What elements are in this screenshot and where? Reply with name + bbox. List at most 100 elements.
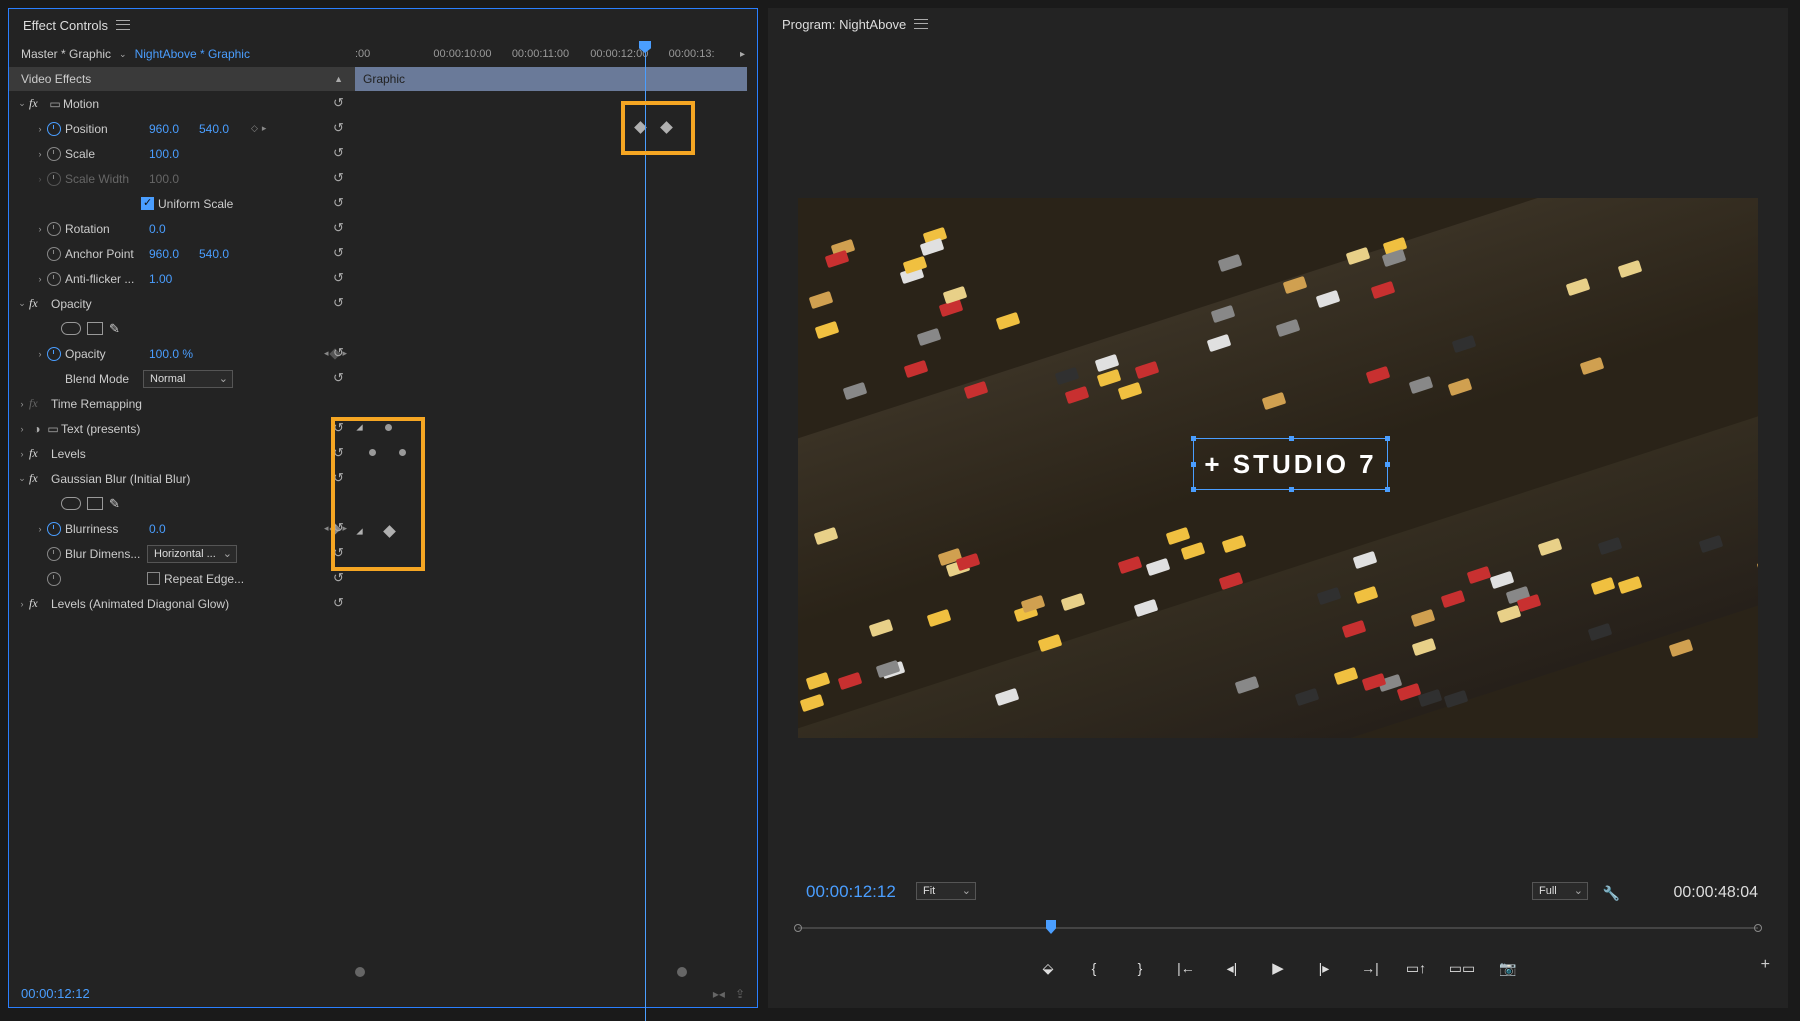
chevron-down-icon[interactable]: ⌄ (119, 49, 127, 60)
blur-dim-select[interactable]: Horizontal ... (147, 545, 237, 563)
reset-icon[interactable]: ↺ (333, 145, 349, 161)
reset-icon[interactable]: ↺ (333, 195, 349, 211)
reset-icon[interactable]: ↺ (333, 120, 349, 136)
stopwatch-icon[interactable] (47, 247, 61, 261)
pen-mask-icon[interactable]: ✎ (109, 321, 120, 337)
twirl-icon[interactable]: › (33, 124, 47, 134)
position-x[interactable]: 960.0 (149, 122, 199, 136)
effect-gaussian-blur[interactable]: ⌄ fx Gaussian Blur (Initial Blur) ↺ (9, 466, 355, 491)
playhead[interactable] (645, 41, 646, 1021)
linear-icon[interactable]: ◇ (251, 123, 258, 134)
twirl-icon[interactable]: ⌄ (15, 98, 29, 109)
collapse-icon[interactable]: ▲ (334, 74, 343, 84)
video-effects-header[interactable]: Video Effects ▲ (9, 67, 355, 91)
timeline-ruler[interactable]: :00 00:00:10:00 00:00:11:00 00:00:12:00 … (355, 41, 747, 67)
fx-badge-icon[interactable]: fx (29, 446, 47, 461)
button-editor-icon[interactable]: + (1761, 956, 1770, 974)
step-forward-icon[interactable]: |▸ (1314, 960, 1334, 977)
go-to-out-icon[interactable]: →| (1360, 960, 1380, 976)
stopwatch-icon[interactable] (47, 347, 61, 361)
prev-kf-icon[interactable]: ◂ (324, 348, 329, 359)
ellipse-mask-icon[interactable] (61, 322, 81, 335)
fx-badge-icon[interactable]: fx (29, 396, 47, 411)
reset-icon[interactable]: ↺ (333, 345, 349, 361)
stopwatch-icon (47, 172, 61, 186)
repeat-edge-checkbox[interactable] (147, 572, 160, 585)
timecode-display[interactable]: 00:00:12:12 (21, 986, 90, 1001)
stopwatch-icon[interactable] (47, 572, 61, 586)
rect-mask-icon[interactable] (87, 322, 103, 335)
stopwatch-icon[interactable] (47, 222, 61, 236)
program-timecode[interactable]: 00:00:12:12 (806, 882, 896, 902)
stopwatch-icon[interactable] (47, 547, 61, 561)
position-y[interactable]: 540.0 (199, 122, 249, 136)
reset-icon[interactable]: ↺ (333, 245, 349, 261)
reset-icon[interactable]: ↺ (333, 370, 349, 386)
panel-menu-icon[interactable] (116, 20, 130, 30)
clip-icon[interactable]: ◑ (29, 421, 45, 437)
effect-motion[interactable]: ⌄ fx ▭ Motion ↺ (9, 91, 355, 116)
resolution-select[interactable]: Full (1532, 882, 1588, 900)
fx-badge-icon[interactable]: fx (29, 471, 47, 486)
extract-icon[interactable]: ▭▭ (1452, 960, 1472, 977)
prev-kf-icon[interactable]: ◂ (324, 523, 329, 534)
fx-badge-icon[interactable]: fx (29, 96, 47, 111)
loop-icon[interactable]: ▸◂ (713, 987, 725, 1001)
panel-title: Effect Controls (23, 18, 108, 33)
stopwatch-icon[interactable] (47, 122, 61, 136)
reset-icon[interactable]: ↺ (333, 220, 349, 236)
next-kf-icon[interactable]: ▸ (262, 123, 267, 134)
timeline-zoom-bar[interactable] (355, 967, 747, 977)
lift-icon[interactable]: ▭↑ (1406, 960, 1426, 977)
fx-badge-icon[interactable]: fx (29, 296, 47, 311)
effect-time-remapping[interactable]: › fx Time Remapping (9, 391, 355, 416)
panel-menu-icon[interactable] (914, 19, 928, 29)
effect-levels[interactable]: › fx Levels ↺ (9, 441, 355, 466)
gauss-mask-tools: ✎ (9, 491, 355, 516)
blend-mode-select[interactable]: Normal (143, 370, 233, 388)
set-in-icon[interactable]: { (1084, 960, 1104, 976)
highlight-box (331, 417, 425, 571)
go-to-in-icon[interactable]: |← (1176, 960, 1196, 976)
program-scrubber[interactable] (798, 918, 1758, 938)
breadcrumb-master[interactable]: Master * Graphic (21, 47, 111, 61)
zoom-fit-select[interactable]: Fit (916, 882, 976, 900)
reset-icon[interactable]: ↺ (333, 595, 349, 611)
play-icon[interactable]: ▶ (1268, 959, 1288, 977)
export-icon[interactable]: ⇪ (735, 987, 745, 1001)
rotation-value[interactable]: 0.0 (149, 222, 166, 236)
reset-icon[interactable]: ↺ (333, 170, 349, 186)
mark-in-icon[interactable]: ⬙ (1038, 960, 1058, 977)
reset-icon[interactable]: ↺ (333, 295, 349, 311)
playhead[interactable] (1046, 920, 1056, 934)
effect-levels-animated[interactable]: › fx Levels (Animated Diagonal Glow) ↺ (9, 591, 355, 616)
step-back-icon[interactable]: ◂| (1222, 960, 1242, 977)
transport-controls: ⬙ { } |← ◂| ▶ |▸ →| ▭↑ ▭▭ 📷 (768, 948, 1788, 988)
breadcrumb-clip[interactable]: NightAbove * Graphic (135, 47, 250, 61)
reset-icon[interactable]: ↺ (333, 95, 349, 111)
ellipse-mask-icon[interactable] (61, 497, 81, 510)
set-out-icon[interactable]: } (1130, 960, 1150, 976)
settings-icon[interactable]: 🔧 (1603, 885, 1620, 902)
stopwatch-icon[interactable] (47, 522, 61, 536)
uniform-scale-checkbox[interactable] (141, 197, 154, 210)
reset-icon[interactable]: ↺ (333, 570, 349, 586)
rect-mask-icon[interactable] (87, 497, 103, 510)
transform-icon[interactable]: ▭ (47, 96, 63, 112)
transform-icon[interactable]: ▭ (45, 421, 61, 437)
scale-value[interactable]: 100.0 (149, 147, 179, 161)
graphic-title-overlay[interactable]: + STUDIO 7 (1193, 438, 1388, 490)
pen-mask-icon[interactable]: ✎ (109, 496, 120, 512)
effect-text[interactable]: › ◑ ▭ Text (presents) ↺ (9, 416, 355, 441)
program-monitor-panel: Program: NightAbove + STUDIO 7 00:00:12:… (768, 8, 1788, 1008)
prop-rotation: › Rotation 0.0 ↺ (9, 216, 355, 241)
export-frame-icon[interactable]: 📷 (1498, 960, 1518, 977)
reset-icon[interactable]: ↺ (333, 270, 349, 286)
fx-badge-icon[interactable]: fx (29, 596, 47, 611)
prop-repeat-edge: Repeat Edge... ↺ (9, 566, 355, 591)
video-monitor[interactable]: + STUDIO 7 (798, 198, 1758, 738)
clip-bar[interactable]: Graphic (355, 67, 747, 91)
stopwatch-icon[interactable] (47, 272, 61, 286)
stopwatch-icon[interactable] (47, 147, 61, 161)
effect-opacity[interactable]: ⌄ fx Opacity ↺ (9, 291, 355, 316)
